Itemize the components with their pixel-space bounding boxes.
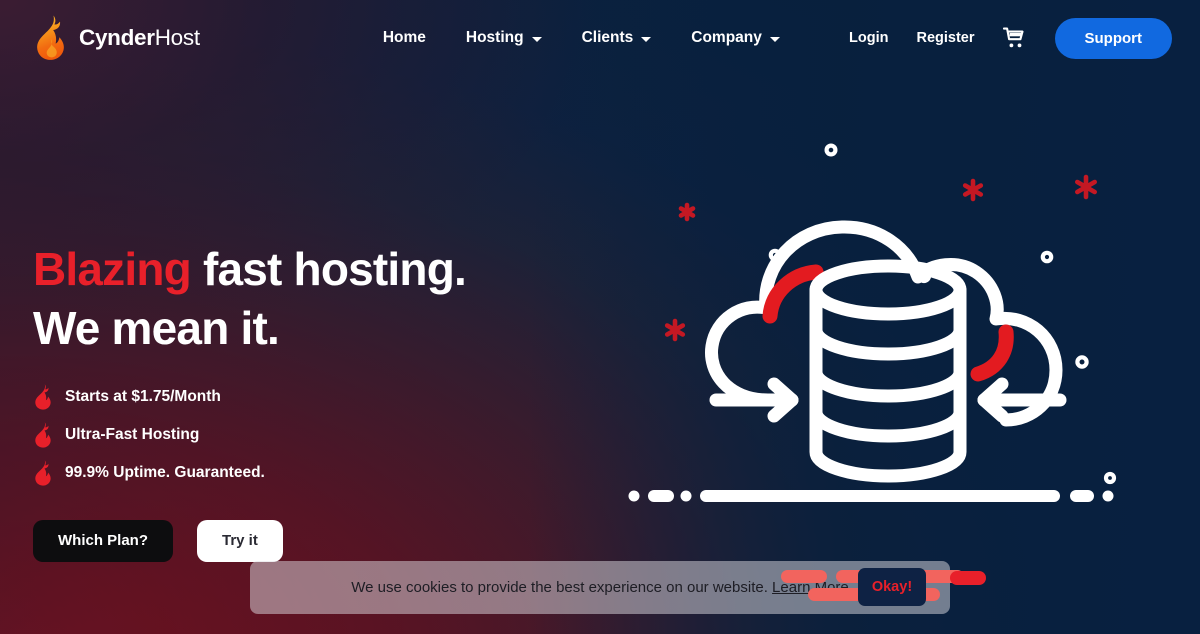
logo-text-bold: Cynder <box>79 25 155 50</box>
headline-rest: fast hosting. <box>190 243 467 295</box>
cloud-database-illustration <box>620 100 1160 580</box>
flame-bullet-icon <box>35 422 51 448</box>
hero-content: Blazing fast hosting. We mean it. Starts… <box>33 240 467 562</box>
nav-item-company[interactable]: Company <box>671 23 800 53</box>
hero-page: CynderHost Home Hosting Clients Company … <box>0 0 1200 634</box>
flame-bullet-icon <box>35 460 51 486</box>
feature-list: Starts at $1.75/Month Ultra-Fast Hosting… <box>33 384 466 486</box>
learn-more-link[interactable]: Learn More <box>772 579 849 596</box>
cookie-message: We use cookies to provide the best exper… <box>351 579 849 596</box>
cart-button[interactable] <box>989 21 1041 55</box>
primary-nav: Home Hosting Clients Company <box>363 23 800 53</box>
nav-item-hosting[interactable]: Hosting <box>446 23 562 53</box>
chevron-down-icon <box>641 36 652 42</box>
chevron-down-icon <box>531 36 542 42</box>
nav-item-label: Clients <box>581 29 634 46</box>
flame-icon <box>37 15 64 60</box>
flame-bullet-icon <box>35 384 51 410</box>
nav-item-label: Home <box>382 29 426 46</box>
login-link[interactable]: Login <box>835 24 902 52</box>
chevron-down-icon <box>769 36 780 42</box>
feature-label: 99.9% Uptime. Guaranteed. <box>65 463 265 481</box>
nav-item-clients[interactable]: Clients <box>562 23 672 53</box>
register-link[interactable]: Register <box>902 24 988 52</box>
support-button[interactable]: Support <box>1054 17 1172 59</box>
list-item: Ultra-Fast Hosting <box>33 422 466 448</box>
logo[interactable]: CynderHost <box>33 15 200 61</box>
list-item: 99.9% Uptime. Guaranteed. <box>33 460 466 486</box>
cookie-banner: We use cookies to provide the best exper… <box>250 561 950 614</box>
page-title: Blazing fast hosting. We mean it. <box>33 240 467 358</box>
list-item: Starts at $1.75/Month <box>33 384 466 410</box>
header-actions: Login Register Support <box>835 17 1172 59</box>
cta-group: Which Plan? Try it <box>33 519 466 562</box>
nav-item-home[interactable]: Home <box>363 23 446 53</box>
which-plan-button[interactable]: Which Plan? <box>33 519 173 562</box>
nav-item-label: Company <box>691 29 762 46</box>
site-header: CynderHost Home Hosting Clients Company … <box>0 0 1200 76</box>
cookie-accept-button[interactable]: Okay! <box>858 568 926 606</box>
nav-item-label: Hosting <box>465 29 524 46</box>
shopping-cart-icon <box>1002 27 1024 48</box>
logo-text: CynderHost <box>79 25 200 51</box>
dashed-baseline <box>628 490 1114 502</box>
try-it-button[interactable]: Try it <box>197 519 283 562</box>
feature-label: Ultra-Fast Hosting <box>65 425 200 443</box>
feature-label: Starts at $1.75/Month <box>65 387 221 405</box>
headline-accent: Blazing <box>33 243 192 295</box>
cookie-message-text: We use cookies to provide the best exper… <box>351 579 768 596</box>
headline-line2: We mean it. <box>33 301 280 354</box>
logo-text-light: Host <box>154 25 200 50</box>
database-cylinder-icon <box>809 259 967 483</box>
